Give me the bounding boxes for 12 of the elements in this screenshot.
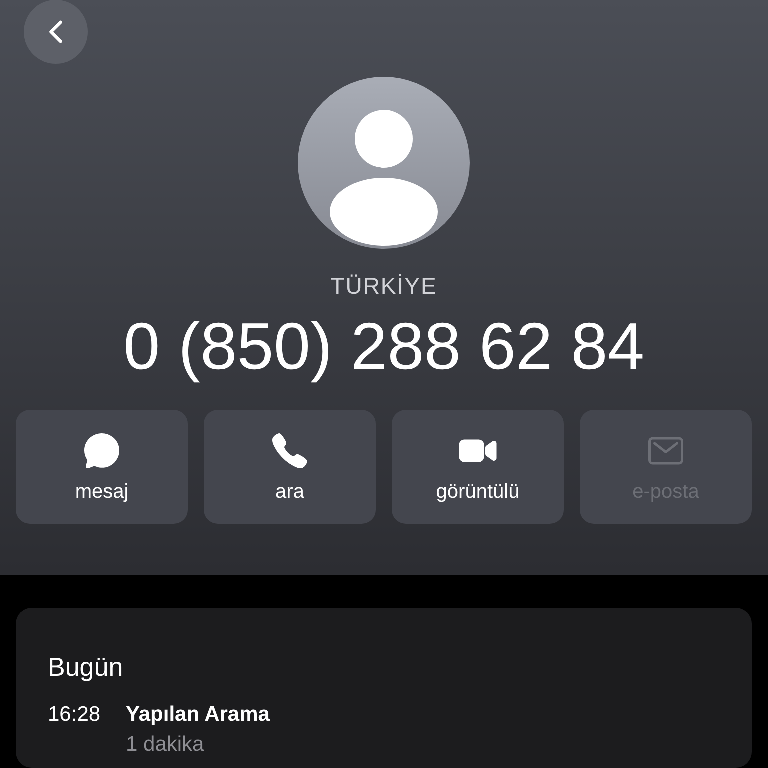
phone-icon: [270, 430, 310, 470]
call-duration: 1 dakika: [126, 733, 206, 757]
country-label: TÜRKİYE: [330, 273, 438, 300]
phone-number: 0 (850) 288 62 84: [123, 308, 645, 384]
call-time: 16:28: [48, 703, 102, 727]
speech-bubble-icon: [82, 430, 122, 470]
date-heading: Bugün: [48, 652, 124, 683]
action-button[interactable]: görüntülü: [392, 410, 564, 524]
action-button[interactable]: ara: [204, 410, 376, 524]
call-type: Yapılan Arama: [126, 703, 271, 727]
avatar-icon: [298, 77, 470, 249]
action-button[interactable]: mesaj: [16, 410, 188, 524]
